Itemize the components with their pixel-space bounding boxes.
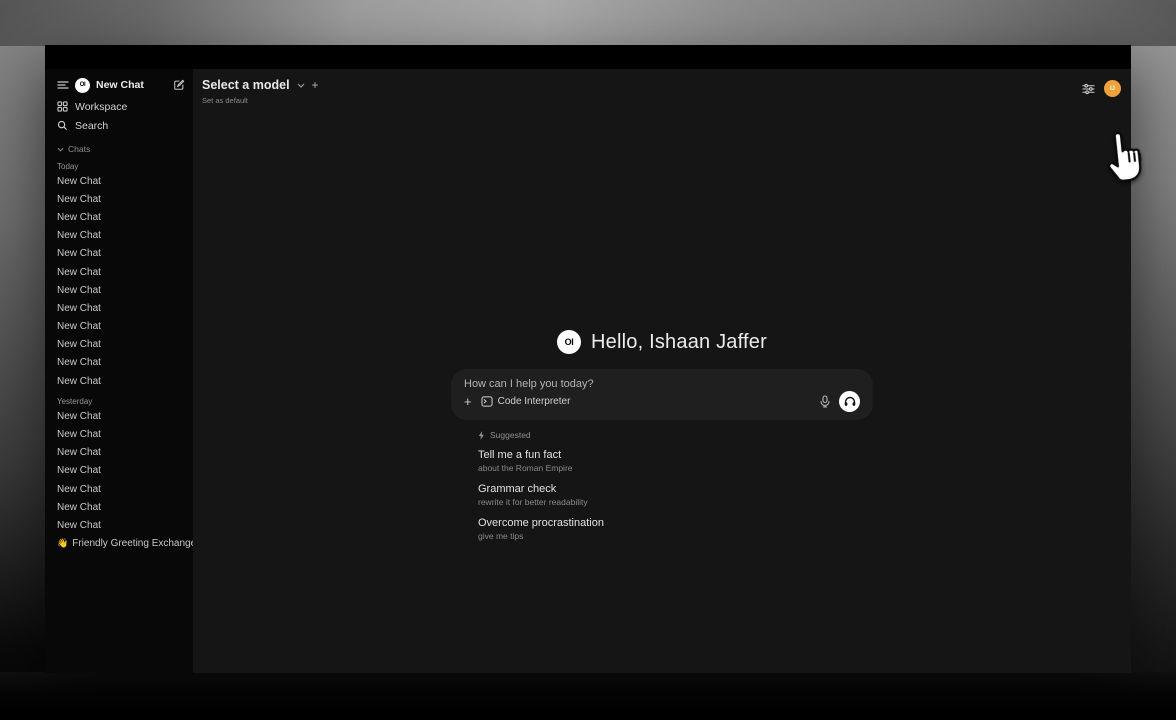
app-logo: OI (75, 78, 90, 93)
chevron-down-icon[interactable] (297, 83, 305, 88)
chat-list-item[interactable]: New Chat (57, 318, 185, 336)
desktop-wallpaper-left (0, 0, 46, 720)
microphone-icon[interactable] (820, 395, 830, 408)
header-right: IJ (1082, 80, 1121, 97)
desktop: OI New Chat Workspace Search (0, 0, 1176, 720)
set-default-link[interactable]: Set as default (202, 96, 319, 105)
chevron-down-icon (57, 147, 64, 152)
chat-list-item[interactable]: New Chat (57, 245, 185, 263)
suggestion-subtitle: give me tips (478, 531, 873, 541)
sidebar-header: OI New Chat (57, 77, 185, 93)
suggested-label: Suggested (490, 430, 531, 440)
suggestion-title: Grammar check (478, 483, 873, 495)
sidebar-title: New Chat (96, 79, 167, 91)
chat-list-item[interactable]: New Chat (57, 190, 185, 208)
sidebar-item-search[interactable]: Search (57, 116, 185, 135)
workspace-label: Workspace (75, 101, 127, 113)
sidebar-toggle-icon[interactable] (57, 80, 69, 90)
chat-list-today: New ChatNew ChatNew ChatNew ChatNew Chat… (57, 172, 185, 390)
chat-group-yesterday: Yesterday (57, 397, 185, 407)
add-model-button[interactable]: + (312, 78, 319, 92)
named-chat-label: Friendly Greeting Exchange (72, 538, 193, 549)
workspace-grid-icon (57, 101, 68, 112)
chat-list-item[interactable]: New Chat (57, 462, 185, 480)
window-titlebar (45, 45, 1131, 69)
chat-group-today: Today (57, 162, 185, 172)
search-label: Search (75, 120, 108, 132)
suggestion-title: Tell me a fun fact (478, 449, 873, 461)
chat-list-item[interactable]: New Chat (57, 480, 185, 498)
chat-list-item[interactable]: New Chat (57, 354, 185, 372)
chat-list-item[interactable]: New Chat (57, 281, 185, 299)
suggestion-subtitle: rewrite it for better readability (478, 497, 873, 507)
suggestion-subtitle: about the Roman Empire (478, 463, 873, 473)
chat-list-item-named[interactable]: 👋 Friendly Greeting Exchange (57, 535, 185, 553)
suggestion-card[interactable]: Grammar check rewrite it for better read… (478, 483, 873, 507)
message-input[interactable] (464, 378, 860, 390)
greeting-text: Hello, Ishaan Jaffer (591, 331, 767, 354)
chats-label: Chats (68, 144, 90, 154)
controls-sliders-icon[interactable] (1082, 83, 1095, 95)
new-chat-icon[interactable] (173, 79, 185, 91)
suggested-section: Suggested Tell me a fun fact about the R… (451, 430, 873, 541)
suggestion-title: Overcome procrastination (478, 517, 873, 529)
app-logo: OI (557, 330, 581, 354)
app-window: OI New Chat Workspace Search (45, 45, 1131, 673)
chat-list-item[interactable]: New Chat (57, 263, 185, 281)
chat-list-item[interactable]: New Chat (57, 372, 185, 390)
app-body: OI New Chat Workspace Search (45, 69, 1131, 673)
chats-section-toggle[interactable]: Chats (57, 143, 185, 155)
chat-list-item[interactable]: New Chat (57, 299, 185, 317)
sidebar: OI New Chat Workspace Search (45, 69, 193, 673)
chat-list-item[interactable]: New Chat (57, 336, 185, 354)
desktop-wallpaper-right (1130, 0, 1176, 720)
main-header: Select a model + Set as default (202, 78, 319, 105)
message-input-box[interactable]: + Code Interpreter (451, 369, 873, 420)
greeting: OI Hello, Ishaan Jaffer (451, 328, 873, 356)
suggestion-list: Tell me a fun fact about the Roman Empir… (478, 449, 873, 541)
wave-emoji: 👋 (57, 538, 68, 549)
sparkles-icon (478, 431, 485, 440)
chat-list-item[interactable]: New Chat (57, 407, 185, 425)
chat-list-item[interactable]: New Chat (57, 227, 185, 245)
attach-plus-button[interactable]: + (464, 394, 472, 409)
voice-call-button[interactable] (839, 391, 860, 412)
chat-list-item[interactable]: New Chat (57, 425, 185, 443)
chat-list-item[interactable]: New Chat (57, 208, 185, 226)
suggested-header: Suggested (478, 430, 873, 440)
chat-list-item[interactable]: New Chat (57, 444, 185, 462)
main-area: Select a model + Set as default IJ (193, 69, 1131, 673)
search-icon (57, 120, 68, 131)
terminal-icon (481, 396, 493, 407)
user-avatar[interactable]: IJ (1104, 80, 1121, 97)
sidebar-item-workspace[interactable]: Workspace (57, 97, 185, 116)
model-selector-button[interactable]: Select a model (202, 78, 290, 92)
desktop-wallpaper-top (0, 0, 1176, 46)
code-interpreter-label: Code Interpreter (498, 396, 571, 407)
code-interpreter-toggle[interactable]: Code Interpreter (481, 396, 571, 407)
suggestion-card[interactable]: Tell me a fun fact about the Roman Empir… (478, 449, 873, 473)
chat-list-item[interactable]: New Chat (57, 172, 185, 190)
suggestion-card[interactable]: Overcome procrastination give me tips (478, 517, 873, 541)
mouse-cursor (1101, 125, 1153, 186)
chat-list-item[interactable]: New Chat (57, 498, 185, 516)
chat-landing: OI Hello, Ishaan Jaffer + Code Interpret… (451, 328, 873, 551)
desktop-wallpaper-bottom (0, 672, 1176, 720)
chat-list-yesterday: New ChatNew ChatNew ChatNew ChatNew Chat… (57, 407, 185, 534)
chat-list-item[interactable]: New Chat (57, 516, 185, 534)
input-toolbar: + Code Interpreter (464, 391, 860, 412)
